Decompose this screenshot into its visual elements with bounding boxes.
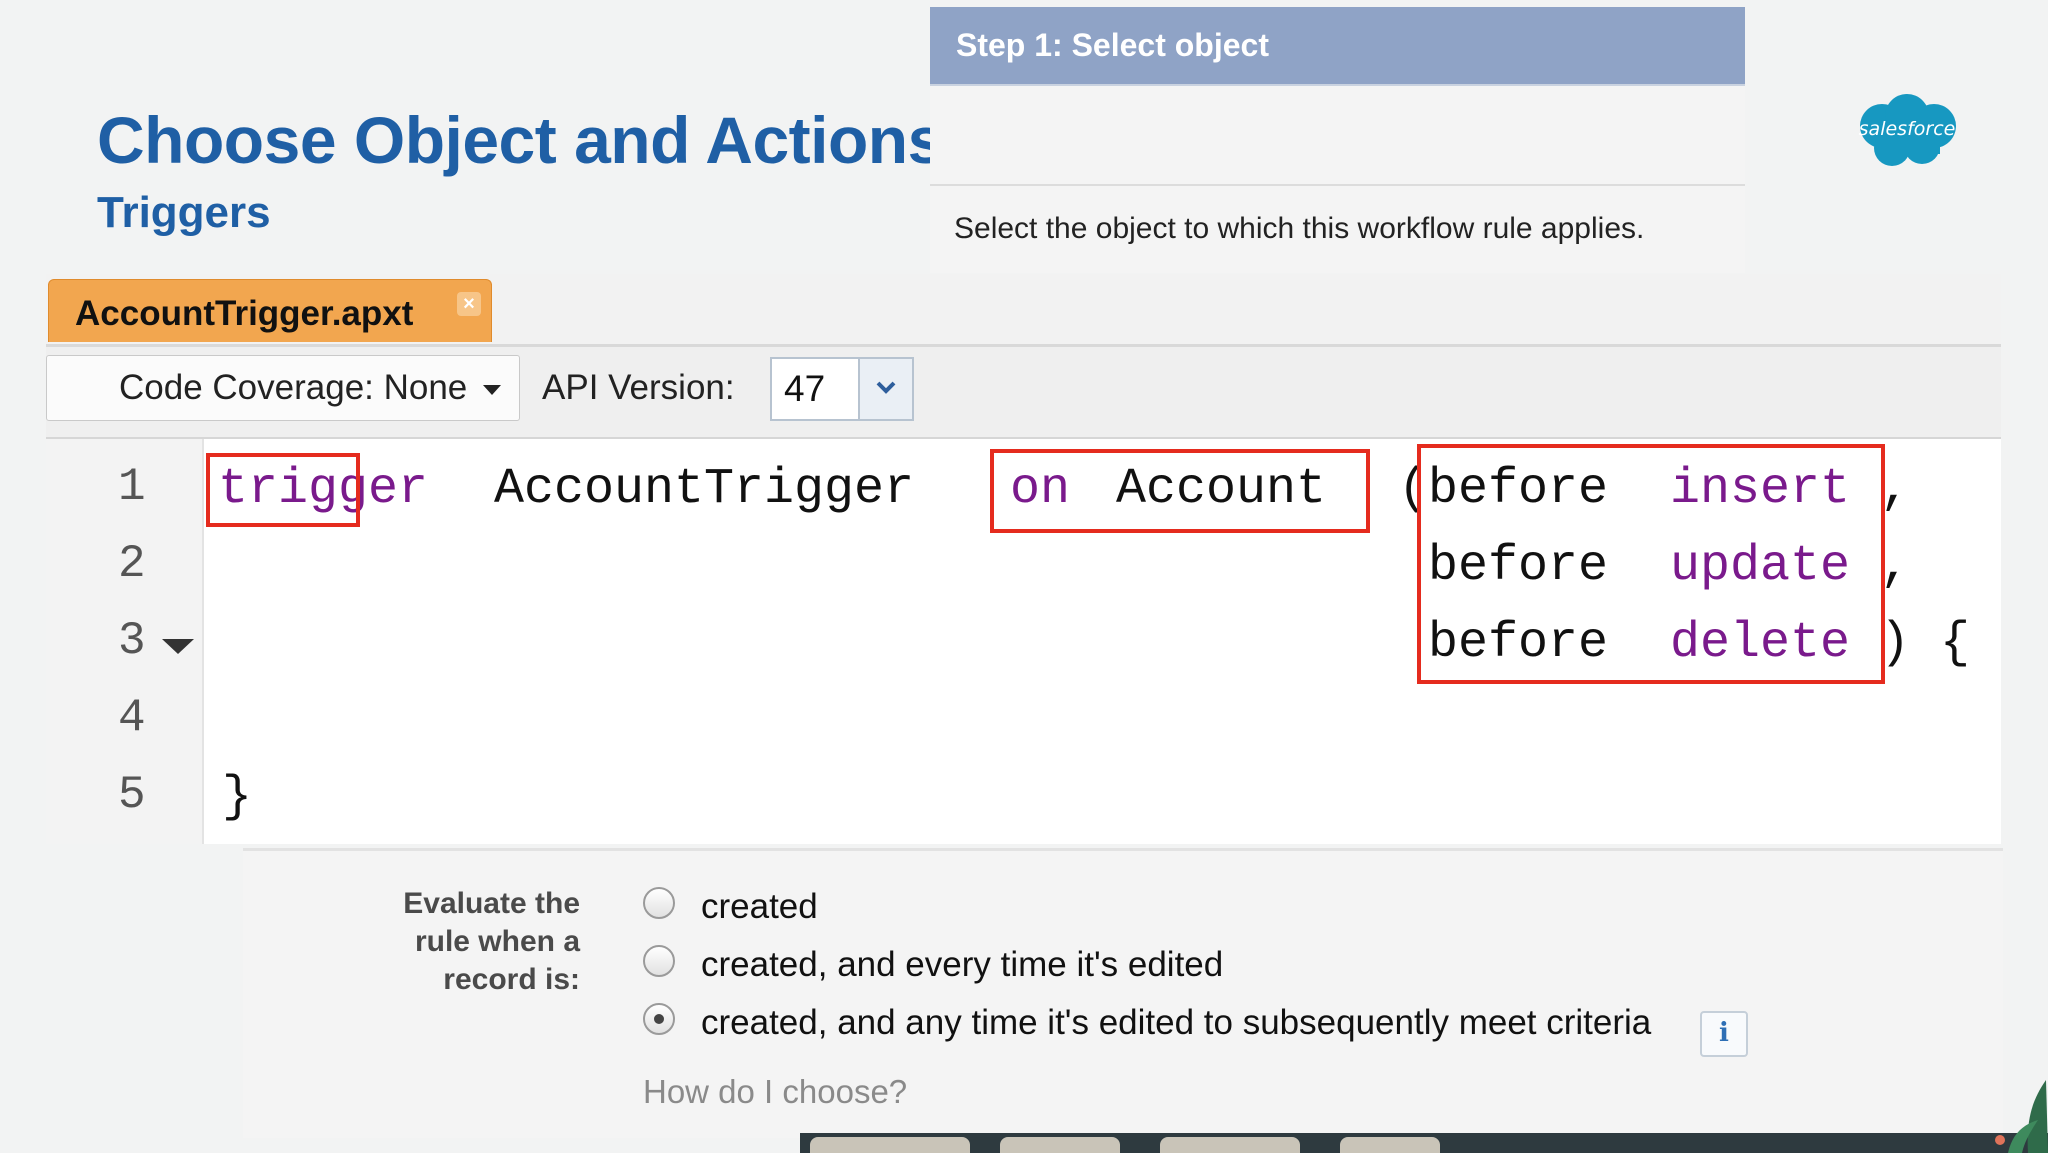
highlight-trigger-events xyxy=(1417,444,1885,684)
radio-label: created, and every time it's edited xyxy=(701,945,1224,984)
slide-title: Choose Object and Actions xyxy=(97,103,944,177)
divider xyxy=(930,184,1745,186)
tab-bar: AccountTrigger.apxt × xyxy=(46,274,2001,347)
radio-button[interactable] xyxy=(643,945,675,977)
line-number: 4 xyxy=(118,692,146,744)
evaluation-criteria-panel: Evaluate the rule when a record is: crea… xyxy=(243,848,2003,1138)
file-tab[interactable]: AccountTrigger.apxt × xyxy=(48,279,492,342)
chevron-down-icon xyxy=(876,381,896,394)
evaluate-label: Evaluate the rule when a record is: xyxy=(343,885,580,999)
step-panel: Step 1: Select object Select the object … xyxy=(930,7,1745,273)
code-close-brace: ) { xyxy=(1880,615,1971,672)
line-number: 1 xyxy=(118,461,146,513)
decor-shape xyxy=(1340,1137,1440,1153)
evaluate-label-line: Evaluate the xyxy=(403,887,580,920)
step-header: Step 1: Select object xyxy=(930,7,1745,86)
close-icon[interactable]: × xyxy=(457,292,481,316)
code-coverage-dropdown[interactable]: Code Coverage: None xyxy=(46,355,520,421)
code-area[interactable]: 1 2 3 4 5 trigger AccountTrigger on Acco… xyxy=(46,439,2001,844)
editor-toolbar: Code Coverage: None API Version: 47 xyxy=(46,347,2001,439)
code-end-brace: } xyxy=(222,769,253,826)
decor-shape xyxy=(810,1137,970,1153)
evaluate-label-line: rule when a xyxy=(414,925,580,958)
radio-button-selected[interactable] xyxy=(643,1003,675,1035)
slide-subtitle: Triggers xyxy=(97,188,271,237)
info-icon[interactable]: i xyxy=(1700,1011,1748,1057)
radio-label: created, and any time it's edited to sub… xyxy=(701,1003,1652,1042)
evaluate-label-line: record is: xyxy=(443,963,580,996)
fold-arrow-icon[interactable] xyxy=(162,639,194,654)
decor-shape xyxy=(1160,1137,1300,1153)
file-tab-label: AccountTrigger.apxt xyxy=(75,294,414,333)
code-coverage-label: Code Coverage: None xyxy=(119,368,468,407)
line-number: 2 xyxy=(118,538,146,590)
api-version-select[interactable]: 47 xyxy=(770,357,914,421)
caret-down-icon xyxy=(483,385,501,395)
api-version-dropdown-button[interactable] xyxy=(858,359,912,419)
highlight-trigger-keyword xyxy=(206,453,360,527)
decorative-illustration-strip xyxy=(800,1133,2048,1153)
line-number: 5 xyxy=(118,769,146,821)
step-description: Select the object to which this workflow… xyxy=(954,212,1645,245)
api-version-value: 47 xyxy=(784,368,826,409)
salesforce-logo: salesforce xyxy=(1852,92,1962,170)
code-trigger-name: AccountTrigger xyxy=(494,461,915,518)
radio-button[interactable] xyxy=(643,887,675,919)
radio-label: created xyxy=(701,887,818,926)
highlight-on-account xyxy=(990,449,1370,533)
decor-shape xyxy=(1000,1137,1120,1153)
api-version-label: API Version: xyxy=(542,368,735,407)
plant-illustration-icon xyxy=(1995,1080,2048,1153)
code-editor: AccountTrigger.apxt × Code Coverage: Non… xyxy=(46,274,2001,844)
line-number-gutter: 1 2 3 4 5 xyxy=(46,439,204,844)
logo-text: salesforce xyxy=(1858,118,1956,140)
how-do-i-choose-link[interactable]: How do I choose? xyxy=(643,1073,907,1111)
line-number: 3 xyxy=(118,615,146,667)
